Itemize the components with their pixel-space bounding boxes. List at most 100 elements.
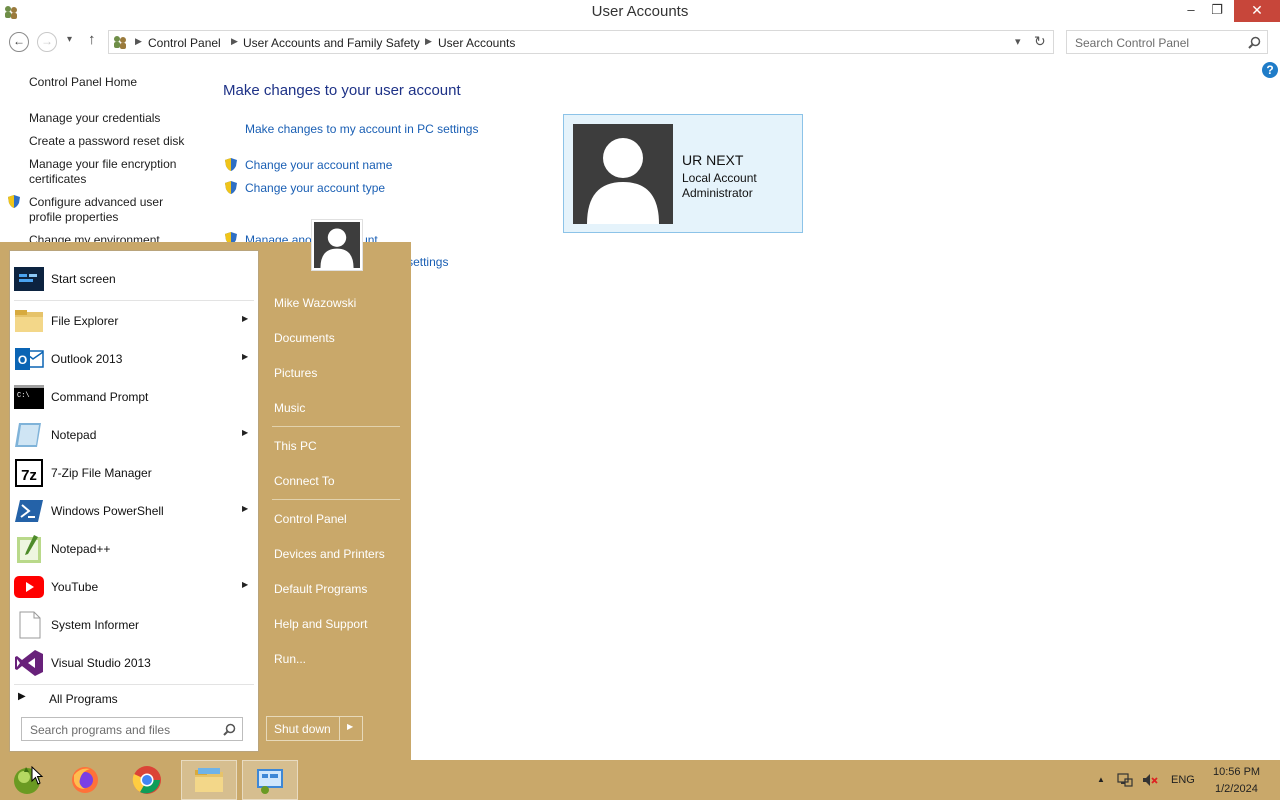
submenu-arrow-icon[interactable]: ▶ <box>242 580 248 589</box>
outlook-icon: O <box>15 348 44 370</box>
svg-text:O: O <box>18 353 27 367</box>
submenu-arrow-icon[interactable]: ▶ <box>242 428 248 437</box>
shutdown-options-arrow-icon[interactable]: ▶ <box>347 722 353 731</box>
user-silhouette-icon <box>320 228 354 268</box>
address-bar[interactable]: ▶ Control Panel ▶ User Accounts and Fami… <box>108 30 1054 54</box>
help-icon[interactable]: ? <box>1262 62 1278 78</box>
pc-settings-link[interactable]: Make changes to my account in PC setting… <box>245 122 478 136</box>
start-link-control-panel[interactable]: Control Panel <box>274 512 347 526</box>
account-type: Local Account <box>682 171 757 185</box>
submenu-arrow-icon[interactable]: ▶ <box>242 352 248 361</box>
folder-icon <box>15 310 43 332</box>
submenu-arrow-icon[interactable]: ▶ <box>242 504 248 513</box>
start-item-visual-studio[interactable]: Visual Studio 2013 <box>10 645 258 681</box>
notepad-icon <box>15 423 41 447</box>
forward-button[interactable]: → <box>37 32 57 52</box>
page-heading: Make changes to your user account <box>223 82 461 99</box>
start-link-music[interactable]: Music <box>274 401 305 415</box>
start-item-start-screen[interactable]: Start screen <box>10 261 258 297</box>
change-account-name-link[interactable]: Change your account name <box>245 158 392 172</box>
firefox-icon <box>72 767 98 793</box>
document-icon <box>19 611 41 639</box>
minimize-button[interactable]: ‒ <box>1178 0 1204 22</box>
taskbar-file-explorer[interactable] <box>181 760 237 800</box>
start-link-devices-printers[interactable]: Devices and Printers <box>274 547 385 561</box>
breadcrumb-user-accounts[interactable]: User Accounts <box>438 36 515 50</box>
navigation-bar: ← → ▾ ↑ ▶ Control Panel ▶ User Accounts … <box>0 27 1280 55</box>
password-reset-disk-link[interactable]: Create a password reset disk <box>29 134 194 149</box>
taskbar-chrome[interactable] <box>119 760 175 800</box>
show-hidden-icons-button[interactable]: ▲ <box>1097 775 1105 784</box>
back-button[interactable]: ← <box>9 32 29 52</box>
start-link-help-support[interactable]: Help and Support <box>274 617 367 631</box>
start-link-this-pc[interactable]: This PC <box>274 439 317 453</box>
breadcrumb-separator[interactable]: ▶ <box>425 36 432 47</box>
advanced-profile-properties-link[interactable]: Configure advanced user profile properti… <box>29 195 179 225</box>
taskbar-control-panel[interactable] <box>242 760 298 800</box>
change-account-type-link[interactable]: Change your account type <box>245 181 385 195</box>
file-encryption-certificates-link[interactable]: Manage your file encryption certificates <box>29 157 189 187</box>
start-item-label: Notepad++ <box>51 542 111 556</box>
start-item-7zip[interactable]: 7z 7-Zip File Manager <box>10 455 258 491</box>
up-button[interactable]: ↑ <box>88 31 96 48</box>
start-item-notepad[interactable]: Notepad ▶ <box>10 417 258 453</box>
start-menu-user-picture[interactable] <box>311 219 363 271</box>
refresh-button[interactable]: ↻ <box>1034 33 1046 50</box>
breadcrumb-separator[interactable]: ▶ <box>231 36 238 47</box>
start-item-powershell[interactable]: Windows PowerShell ▶ <box>10 493 258 529</box>
start-item-label: 7-Zip File Manager <box>51 466 152 480</box>
control-panel-icon <box>257 769 283 794</box>
start-item-label: Windows PowerShell <box>51 504 164 518</box>
start-link-user[interactable]: Mike Wazowski <box>274 296 356 310</box>
shutdown-label: Shut down <box>274 722 331 736</box>
start-item-file-explorer[interactable]: File Explorer ▶ <box>10 303 258 339</box>
start-item-notepadpp[interactable]: Notepad++ <box>10 531 258 567</box>
divider <box>272 426 400 427</box>
start-menu: Start screen File Explorer ▶ O Outlook 2… <box>0 242 411 760</box>
start-link-pictures[interactable]: Pictures <box>274 366 317 380</box>
taskbar-firefox[interactable] <box>58 760 114 800</box>
search-control-panel-input[interactable]: Search Control Panel <box>1066 30 1268 54</box>
search-icon[interactable] <box>223 723 236 736</box>
start-button[interactable] <box>0 760 56 800</box>
all-programs-button[interactable]: ▶ All Programs <box>10 687 258 711</box>
shutdown-button[interactable]: Shut down ▶ <box>266 716 363 741</box>
desktop: User Accounts ‒ ❐ ✕ ← → ▾ ↑ ▶ Control Pa… <box>0 0 1280 800</box>
start-item-label: Start screen <box>51 272 116 286</box>
breadcrumb-user-accounts-family-safety[interactable]: User Accounts and Family Safety <box>243 36 420 50</box>
search-programs-input[interactable]: Search programs and files <box>21 717 243 741</box>
clock-date[interactable]: 1/2/2024 <box>1215 783 1258 795</box>
start-item-label: Command Prompt <box>51 390 149 404</box>
control-panel-home-link[interactable]: Control Panel Home <box>29 75 194 90</box>
search-icon[interactable] <box>1248 36 1261 49</box>
start-link-documents[interactable]: Documents <box>274 331 335 345</box>
start-item-outlook[interactable]: O Outlook 2013 ▶ <box>10 341 258 377</box>
address-dropdown-button[interactable]: ▾ <box>1015 35 1021 48</box>
start-item-command-prompt[interactable]: C:\ Command Prompt <box>10 379 258 415</box>
volume-muted-icon[interactable] <box>1142 772 1158 788</box>
submenu-arrow-icon[interactable]: ▶ <box>242 314 248 323</box>
shield-icon <box>8 195 20 208</box>
7zip-icon: 7z <box>15 459 43 487</box>
maximize-button[interactable]: ❐ <box>1204 0 1230 22</box>
start-link-run[interactable]: Run... <box>274 652 306 666</box>
recent-locations-button[interactable]: ▾ <box>67 34 72 45</box>
chrome-icon <box>132 766 161 794</box>
start-item-system-informer[interactable]: System Informer <box>10 607 258 643</box>
account-card: UR NEXT Local Account Administrator <box>563 114 803 233</box>
manage-credentials-link[interactable]: Manage your credentials <box>29 111 194 126</box>
input-language-indicator[interactable]: ENG <box>1171 774 1195 786</box>
breadcrumb-control-panel[interactable]: Control Panel <box>148 36 221 50</box>
start-link-connect-to[interactable]: Connect To <box>274 474 335 488</box>
clock-time[interactable]: 10:56 PM <box>1213 766 1260 778</box>
shield-icon <box>225 158 237 171</box>
start-link-default-programs[interactable]: Default Programs <box>274 582 367 596</box>
network-icon[interactable] <box>1117 772 1133 788</box>
close-button[interactable]: ✕ <box>1234 0 1280 22</box>
window-title: User Accounts <box>591 3 689 20</box>
cmd-icon: C:\ <box>14 385 44 409</box>
start-item-label: System Informer <box>51 618 140 632</box>
breadcrumb-separator[interactable]: ▶ <box>135 36 142 47</box>
divider <box>14 300 254 301</box>
start-item-youtube[interactable]: YouTube ▶ <box>10 569 258 605</box>
